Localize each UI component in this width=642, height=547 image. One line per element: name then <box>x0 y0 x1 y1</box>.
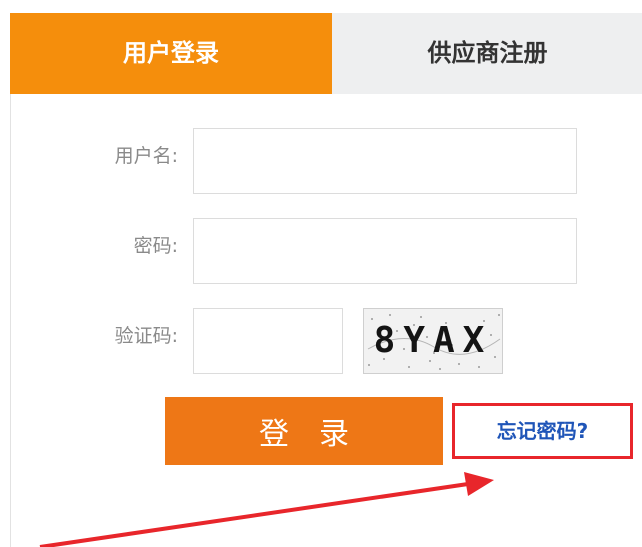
annotation-arrow <box>39 472 494 547</box>
